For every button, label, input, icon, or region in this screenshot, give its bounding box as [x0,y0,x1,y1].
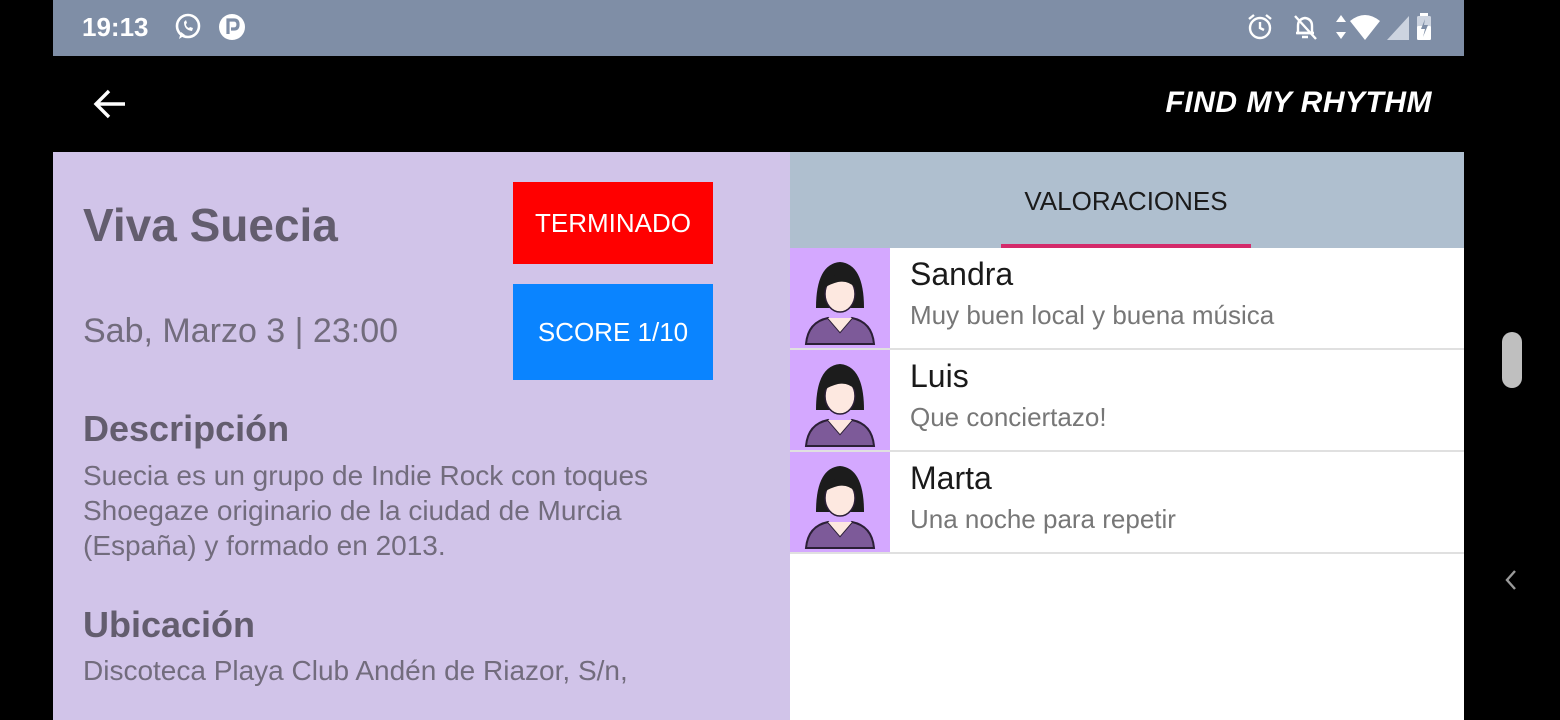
description-title: Descripción [83,408,290,449]
event-detail-panel: Viva Suecia Sab, Marzo 3 | 23:00 TERMINA… [53,152,790,720]
user-avatar-icon [790,452,890,552]
bell-off-icon [1294,15,1317,40]
review-author: Marta [910,460,992,496]
alarm-icon [1248,14,1272,40]
user-avatar-icon [790,248,890,348]
status-bar: 19:13 [53,0,1464,56]
review-text: Una noche para repetir [910,504,1176,534]
signal-icon [1387,16,1409,40]
reviews-panel: VALORACIONES Sandra Muy buen local y bue… [790,152,1464,720]
wifi-icon [1350,15,1380,40]
review-text: Que conciertazo! [910,402,1107,432]
review-item[interactable]: Marta Una noche para repetir [790,452,1464,554]
app-window: 19:13 FIND MY RHYTHM Viva Suecia Sab, Ma… [53,0,1464,720]
review-text: Muy buen local y buena música [910,300,1275,330]
app-title: FIND MY RHYTHM [1165,86,1432,119]
tab-bar: VALORACIONES [790,152,1464,248]
event-title: Viva Suecia [83,199,338,251]
location-text: Discoteca Playa Club Andén de Riazor, S/… [83,655,628,686]
data-arrows-icon [1336,15,1346,39]
review-item[interactable]: Luis Que conciertazo! [790,350,1464,452]
scroll-handle[interactable] [1502,332,1522,388]
review-item[interactable]: Sandra Muy buen local y buena música [790,248,1464,350]
event-date: Sab, Marzo 3 | 23:00 [83,312,399,350]
score-badge: SCORE 1/10 [513,284,713,380]
battery-icon [1417,13,1431,40]
back-arrow-icon[interactable] [87,80,135,128]
status-badge: TERMINADO [513,182,713,264]
review-author: Luis [910,358,969,394]
user-avatar-icon [790,350,890,450]
tab-valoraciones[interactable]: VALORACIONES [1001,186,1251,217]
parking-icon [219,14,245,40]
status-time: 19:13 [82,12,149,42]
chevron-left-icon[interactable] [1500,565,1522,595]
description-text: Suecia es un grupo de Indie Rock con toq… [83,460,649,561]
review-author: Sandra [910,256,1014,292]
location-title: Ubicación [83,604,256,645]
whatsapp-icon [175,13,201,39]
app-bar: FIND MY RHYTHM [53,56,1464,152]
